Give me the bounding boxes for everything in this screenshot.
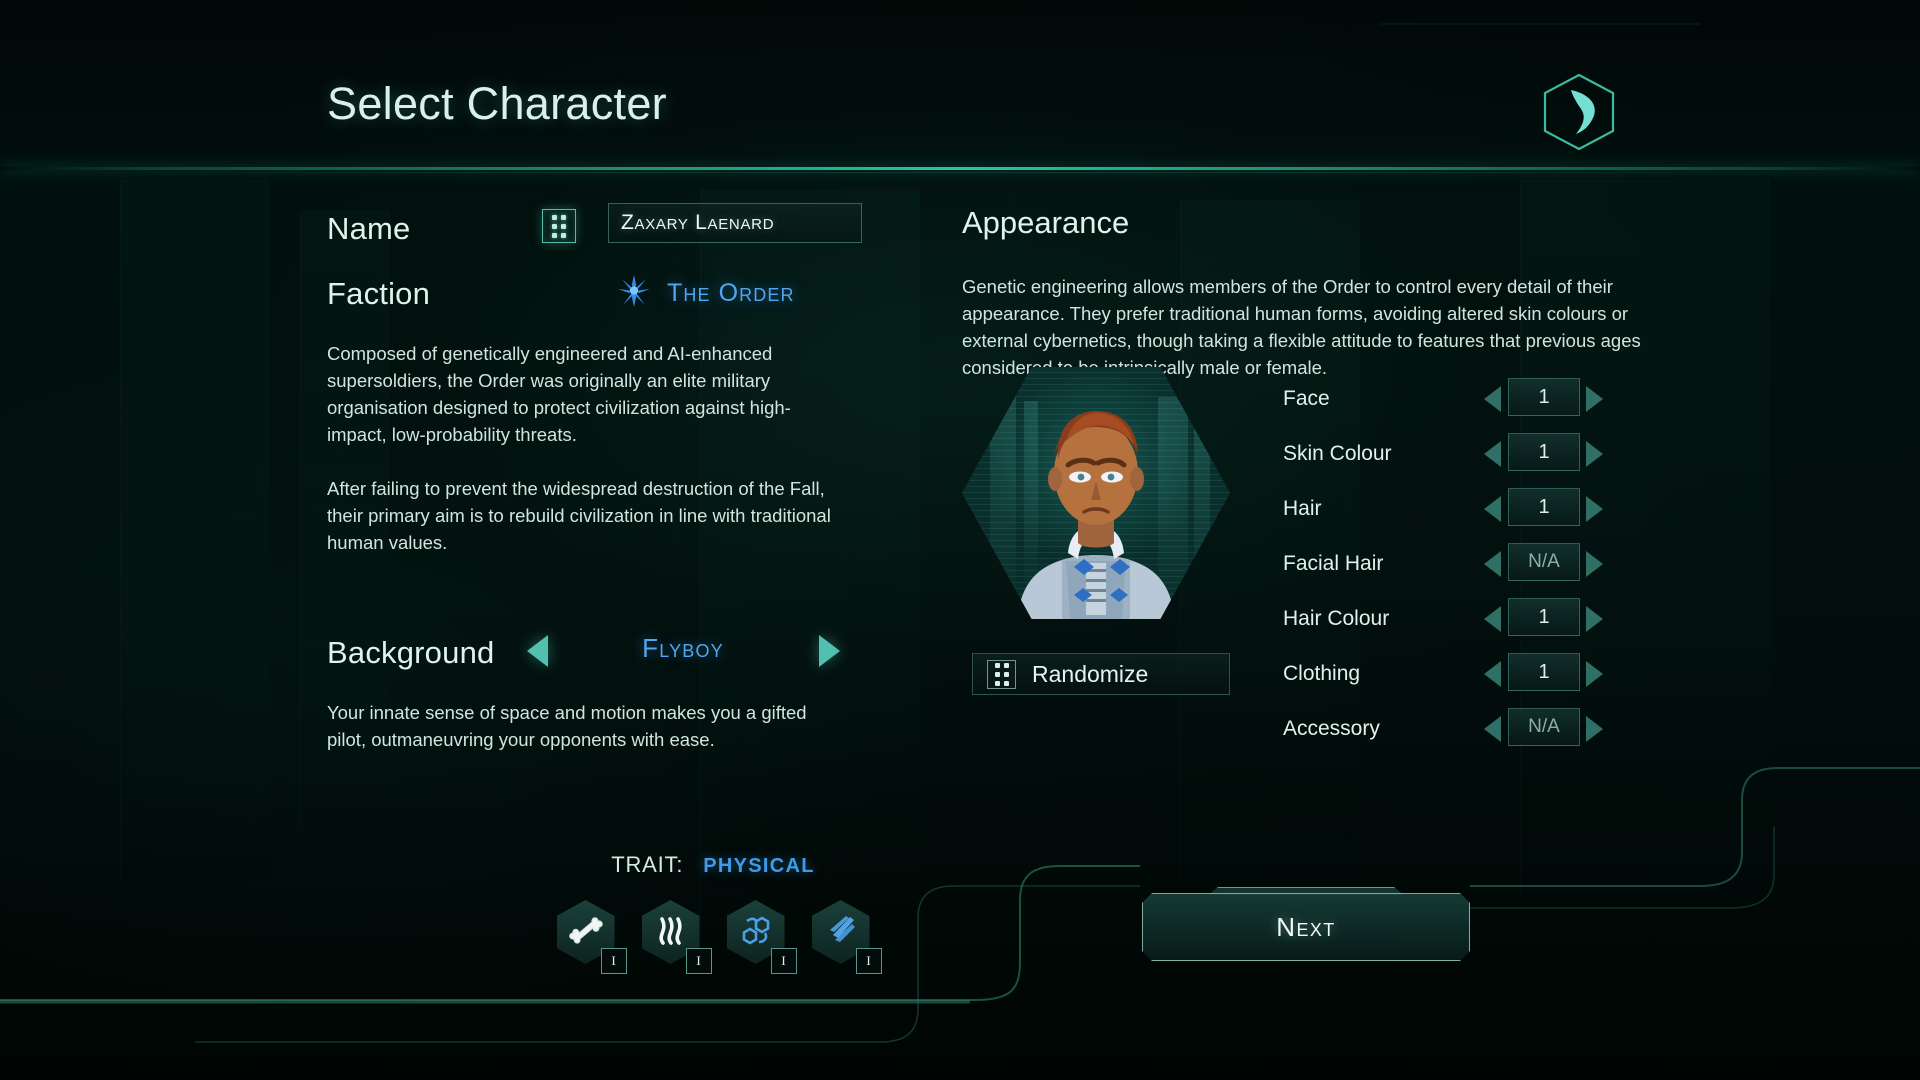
option-prev-button[interactable] [1484, 441, 1501, 467]
trait-level-badge: I [770, 948, 797, 974]
header-divider [0, 167, 1920, 170]
dice-icon [987, 659, 1016, 689]
dice-icon [552, 214, 566, 238]
name-input[interactable]: Zaxary Laenard [608, 203, 862, 243]
option-row-clothing: Clothing 1 [1283, 652, 1633, 707]
hexagon-hook-logo-icon [1540, 72, 1618, 152]
option-row-hair-colour: Hair Colour 1 [1283, 597, 1633, 652]
trait-header: TRAIT: PHYSICAL [548, 852, 878, 878]
faction-row: Faction The Order [327, 272, 1027, 334]
option-value-box[interactable]: N/A [1508, 708, 1580, 746]
option-next-button[interactable] [1586, 441, 1603, 467]
option-value: 1 [1538, 660, 1550, 683]
name-randomize-button[interactable] [542, 209, 576, 243]
background-value: Flyboy [642, 633, 724, 663]
option-label: Accessory [1283, 717, 1380, 740]
trait-level-badge: I [685, 948, 712, 974]
option-value-box[interactable]: 1 [1508, 598, 1580, 636]
option-value: 1 [1538, 440, 1550, 463]
option-value-box[interactable]: N/A [1508, 543, 1580, 581]
option-next-button[interactable] [1586, 661, 1603, 687]
faction-paragraph-2: After failing to prevent the widespread … [327, 478, 831, 553]
option-prev-button[interactable] [1484, 716, 1501, 742]
speed-stripes-icon [829, 916, 855, 942]
trait-key-label: TRAIT: [611, 852, 684, 877]
name-row: Name Zaxary Laenard [327, 203, 1027, 257]
option-next-button[interactable] [1586, 606, 1603, 632]
background-row: Background Flyboy [327, 631, 887, 685]
option-value-box[interactable]: 1 [1508, 378, 1580, 416]
next-button-label: Next [1276, 911, 1336, 942]
trait-level-badge: I [600, 948, 627, 974]
option-value-box[interactable]: 1 [1508, 653, 1580, 691]
faction-label: Faction [327, 276, 431, 311]
option-row-skin-colour: Skin Colour 1 [1283, 432, 1633, 487]
option-label: Hair [1283, 497, 1322, 520]
faction-paragraph-1: Composed of genetically engineered and A… [327, 343, 791, 445]
option-label: Facial Hair [1283, 552, 1384, 575]
option-prev-button[interactable] [1484, 661, 1501, 687]
option-label: Hair Colour [1283, 607, 1390, 630]
molecule-icon [742, 916, 769, 945]
trait-icon-list: I I I I [548, 900, 882, 974]
name-label: Name [327, 211, 411, 246]
appearance-title: Appearance [962, 205, 1130, 240]
option-next-button[interactable] [1586, 716, 1603, 742]
character-creation-screen: Select Character Name Zaxary Laenard Fac… [0, 0, 1920, 1080]
page-title: Select Character [327, 78, 667, 129]
option-prev-button[interactable] [1484, 386, 1501, 412]
left-panel: Name Zaxary Laenard Faction The Order Co… [327, 203, 1027, 753]
flame-wisp-icon [658, 917, 682, 945]
appearance-options-list: Face 1 Skin Colour 1 Hair 1 Facial Hair … [1283, 377, 1633, 762]
option-value: 1 [1538, 495, 1550, 518]
option-prev-button[interactable] [1484, 606, 1501, 632]
option-row-facial-hair: Facial Hair N/A [1283, 542, 1633, 597]
trait-level-badge: I [855, 948, 882, 974]
trait-skill-molecule[interactable]: I [726, 900, 797, 974]
appearance-panel: Appearance Genetic engineering allows me… [962, 205, 1682, 746]
trait-skill-flame[interactable]: I [641, 900, 712, 974]
option-row-hair: Hair 1 [1283, 487, 1633, 542]
trait-skill-bone[interactable]: I [556, 900, 627, 974]
faction-value-group: The Order [617, 274, 795, 313]
background-description: Your innate sense of space and motion ma… [327, 702, 807, 750]
trait-value-label: PHYSICAL [703, 855, 815, 877]
trait-skill-speed[interactable]: I [811, 900, 882, 974]
option-value: 1 [1538, 385, 1550, 408]
option-prev-button[interactable] [1484, 551, 1501, 577]
option-value: N/A [1528, 551, 1560, 572]
option-prev-button[interactable] [1484, 496, 1501, 522]
header-divider-secondary [110, 172, 1810, 173]
appearance-description: Genetic engineering allows members of th… [962, 276, 1641, 378]
option-row-face: Face 1 [1283, 377, 1633, 432]
trait-section: TRAIT: PHYSICAL I I I I [548, 852, 882, 974]
bone-icon [568, 917, 603, 944]
option-next-button[interactable] [1586, 386, 1603, 412]
name-input-value: Zaxary Laenard [621, 211, 775, 234]
background-label: Background [327, 635, 495, 670]
randomize-appearance-button[interactable]: Randomize [972, 653, 1230, 695]
randomize-label: Randomize [1032, 660, 1149, 687]
option-next-button[interactable] [1586, 551, 1603, 577]
next-button[interactable]: Next [1142, 893, 1470, 961]
background-next-button[interactable] [819, 635, 840, 667]
option-value-box[interactable]: 1 [1508, 433, 1580, 471]
option-value: 1 [1538, 605, 1550, 628]
option-label: Clothing [1283, 662, 1361, 685]
starburst-icon [617, 274, 651, 313]
background-prev-button[interactable] [527, 635, 548, 667]
option-row-accessory: Accessory N/A [1283, 707, 1633, 762]
option-label: Skin Colour [1283, 442, 1392, 465]
option-label: Face [1283, 387, 1330, 410]
option-value-box[interactable]: 1 [1508, 488, 1580, 526]
faction-name: The Order [667, 279, 795, 307]
option-value: N/A [1528, 716, 1560, 737]
option-next-button[interactable] [1586, 496, 1603, 522]
